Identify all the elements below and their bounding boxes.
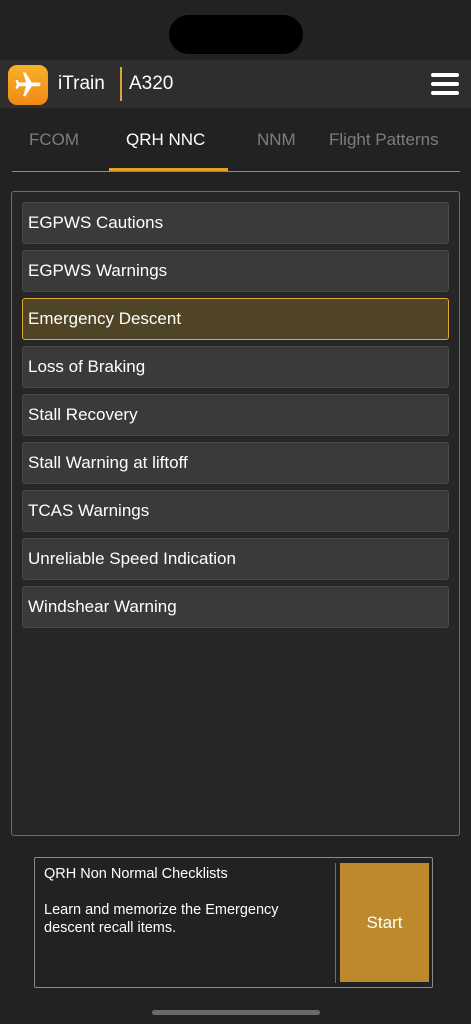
list-item[interactable]: EGPWS Cautions xyxy=(22,202,449,244)
header-divider xyxy=(120,67,122,101)
info-card-description: Learn and memorize the Emergency descent… xyxy=(44,902,279,936)
list-item[interactable]: Unreliable Speed Indication xyxy=(22,538,449,580)
tab-nnm[interactable]: NNM xyxy=(257,130,296,150)
tab-bar: FCOM QRH NNC NNM Flight Patterns xyxy=(0,108,471,172)
airplane-icon xyxy=(8,65,48,105)
info-card-divider xyxy=(335,863,336,983)
list-item[interactable]: Windshear Warning xyxy=(22,586,449,628)
tab-qrh-nnc[interactable]: QRH NNC xyxy=(126,130,205,150)
status-bar xyxy=(0,0,471,60)
info-card-title: QRH Non Normal Checklists xyxy=(44,866,228,882)
aircraft-type: A320 xyxy=(129,73,174,94)
list-item[interactable]: Stall Recovery xyxy=(22,394,449,436)
info-card: QRH Non Normal Checklists Learn and memo… xyxy=(34,857,433,988)
dynamic-island xyxy=(169,15,303,54)
start-button[interactable]: Start xyxy=(340,863,429,982)
list-item[interactable]: TCAS Warnings xyxy=(22,490,449,532)
tabs-divider xyxy=(12,171,460,172)
tab-fcom[interactable]: FCOM xyxy=(29,130,79,150)
list-item[interactable]: Stall Warning at liftoff xyxy=(22,442,449,484)
checklist-panel: EGPWS Cautions EGPWS Warnings Emergency … xyxy=(11,191,460,836)
hamburger-menu-icon[interactable] xyxy=(431,73,459,95)
list-item[interactable]: EGPWS Warnings xyxy=(22,250,449,292)
list-item[interactable]: Loss of Braking xyxy=(22,346,449,388)
list-item-selected[interactable]: Emergency Descent xyxy=(22,298,449,340)
app-name: iTrain xyxy=(58,73,105,94)
home-indicator[interactable] xyxy=(152,1010,320,1015)
app-header: iTrain A320 xyxy=(0,60,471,108)
tab-flight-patterns[interactable]: Flight Patterns xyxy=(329,130,439,150)
